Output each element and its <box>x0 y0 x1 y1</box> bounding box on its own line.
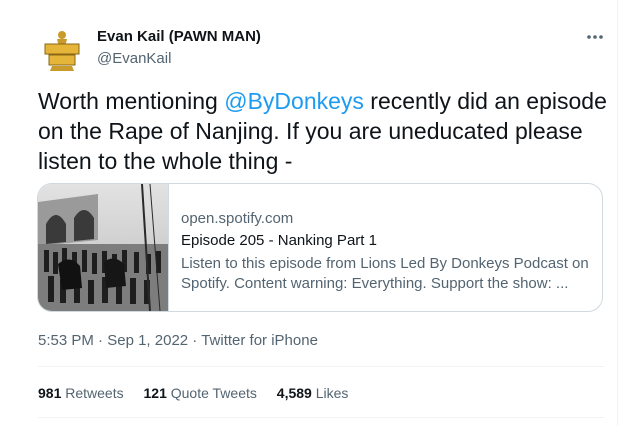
retweets-stat[interactable]: 981 Retweets <box>38 385 124 401</box>
likes-count: 4,589 <box>276 385 312 401</box>
quote-tweets-label: Quote Tweets <box>170 385 257 401</box>
pawn-man-logo-icon <box>38 27 86 75</box>
divider <box>38 417 604 418</box>
separator: · <box>188 332 202 349</box>
tweet-text: Worth mentioning @ByDonkeys recently did… <box>38 86 608 176</box>
avatar[interactable] <box>38 27 86 75</box>
separator: · <box>93 332 108 349</box>
quote-tweets-count: 121 <box>143 385 167 401</box>
tweet-date[interactable]: Sep 1, 2022 <box>107 332 188 349</box>
divider <box>38 366 604 367</box>
author-handle[interactable]: @EvanKail <box>97 50 171 67</box>
tweet-card: Evan Kail (PAWN MAN) @EvanKail Worth men… <box>0 0 618 426</box>
link-domain: open.spotify.com <box>181 210 294 227</box>
likes-label: Likes <box>315 385 349 401</box>
more-horizontal-icon <box>587 35 603 39</box>
more-options-button[interactable] <box>586 27 604 45</box>
retweets-count: 981 <box>38 385 62 401</box>
link-preview-card[interactable]: open.spotify.com Episode 205 - Nanking P… <box>37 183 603 312</box>
author-name[interactable]: Evan Kail (PAWN MAN) <box>97 28 261 45</box>
link-preview-thumbnail <box>38 184 169 311</box>
link-title: Episode 205 - Nanking Part 1 <box>181 232 377 249</box>
quote-tweets-stat[interactable]: 121 Quote Tweets <box>144 385 257 401</box>
likes-stat[interactable]: 4,589 Likes <box>277 385 349 401</box>
tweet-metadata: 5:53 PM · Sep 1, 2022 · Twitter for iPho… <box>38 332 318 349</box>
tweet-source[interactable]: Twitter for iPhone <box>201 332 318 349</box>
tweet-time[interactable]: 5:53 PM <box>38 332 94 349</box>
link-description: Listen to this episode from Lions Led By… <box>181 255 589 292</box>
tweet-text-part: Worth mentioning <box>38 88 225 114</box>
mention-link[interactable]: @ByDonkeys <box>224 88 364 114</box>
retweets-label: Retweets <box>65 385 124 401</box>
engagement-stats: 981 Retweets 121 Quote Tweets 4,589 Like… <box>38 385 364 401</box>
